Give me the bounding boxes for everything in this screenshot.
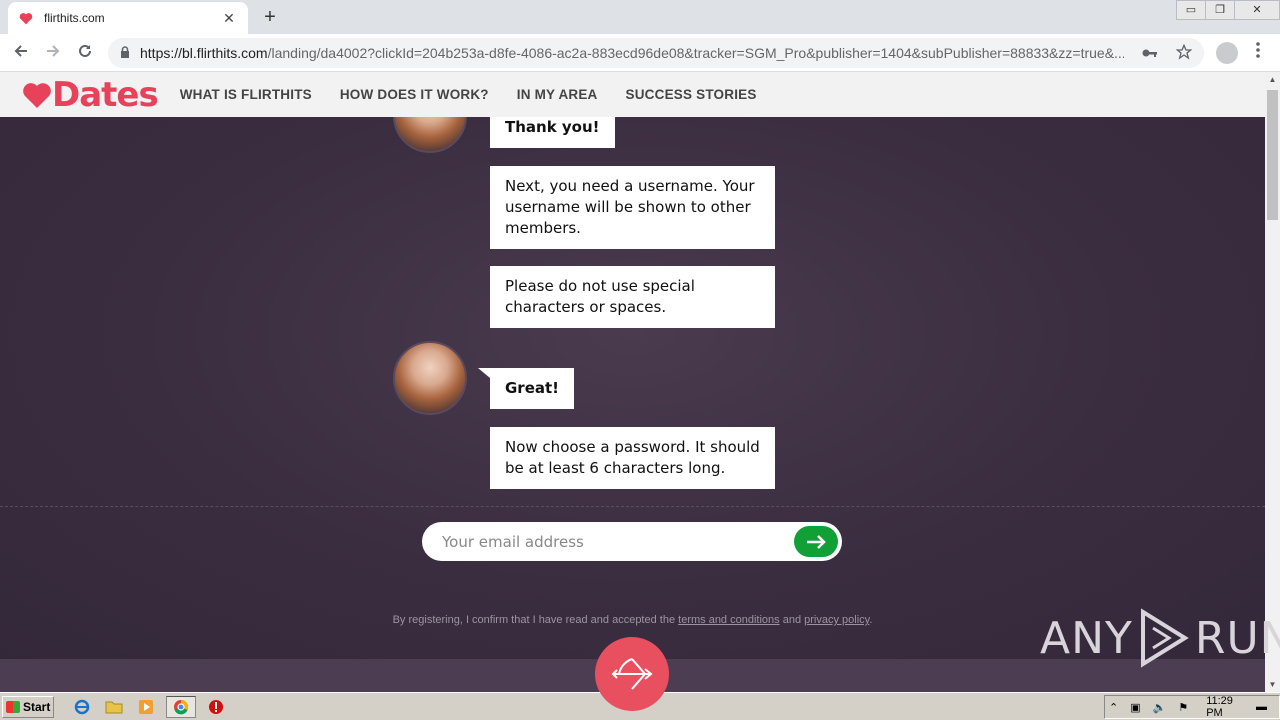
scroll-thumb[interactable]	[1267, 90, 1278, 220]
chrome-icon[interactable]	[166, 695, 196, 718]
nav-in-my-area[interactable]: IN MY AREA	[517, 87, 598, 102]
arrow-right-icon	[807, 534, 826, 549]
tray-expand-icon[interactable]: ⌃	[1109, 701, 1118, 714]
folder-icon[interactable]	[102, 696, 126, 718]
chat-area: Thank you! Next, you need a username. Yo…	[0, 117, 1265, 659]
email-input[interactable]	[442, 532, 794, 551]
site-nav: WHAT IS FLIRTHITS HOW DOES IT WORK? IN M…	[180, 87, 785, 102]
section-divider	[0, 506, 1265, 507]
browser-tab-strip: flirthits.com ✕ + ▭ ❐ ✕	[0, 0, 1280, 34]
scroll-up-icon[interactable]: ▲	[1265, 72, 1280, 87]
logo-text: Dates	[52, 74, 159, 115]
clock[interactable]: 11:29 PM	[1206, 695, 1248, 719]
page-scrollbar[interactable]: ▲ ▼	[1265, 72, 1280, 692]
watermark-right: RUN	[1194, 612, 1280, 664]
browser-menu-icon[interactable]	[1250, 42, 1266, 64]
anyrun-watermark: ANY RUN	[1040, 608, 1280, 668]
watermark-left: ANY	[1040, 612, 1133, 664]
email-form	[422, 522, 842, 561]
new-tab-button[interactable]: +	[258, 6, 282, 30]
heart-favicon-icon	[18, 10, 34, 26]
minimize-button[interactable]: ▭	[1176, 0, 1206, 20]
host-avatar	[393, 341, 467, 415]
stop-icon[interactable]	[204, 696, 228, 718]
windows-flag-icon	[6, 700, 20, 713]
chat-message: Please do not use special characters or …	[490, 266, 775, 328]
tab-close-icon[interactable]: ✕	[220, 10, 238, 27]
restore-button[interactable]: ❐	[1205, 0, 1235, 20]
window-close-button[interactable]: ✕	[1234, 0, 1280, 20]
terms-link[interactable]: terms and conditions	[678, 614, 780, 626]
cupid-arrow-badge	[595, 637, 669, 711]
url-text: https://bl.flirthits.com/landing/da4002?…	[140, 45, 1124, 61]
profile-avatar-icon[interactable]	[1216, 42, 1238, 64]
lock-icon	[120, 45, 130, 61]
window-controls: ▭ ❐ ✕	[1176, 0, 1280, 20]
chat-message: Now choose a password. It should be at l…	[490, 427, 775, 489]
bow-arrow-icon	[611, 658, 653, 690]
action-center-flag-icon[interactable]: ⚑	[1178, 701, 1188, 714]
start-button[interactable]: Start	[2, 695, 54, 718]
legal-and: and	[782, 614, 802, 626]
logo-heart-icon	[23, 82, 51, 108]
address-bar[interactable]: https://bl.flirthits.com/landing/da4002?…	[108, 38, 1204, 68]
browser-toolbar: https://bl.flirthits.com/landing/da4002?…	[0, 34, 1280, 72]
bubble-pointer	[478, 368, 490, 378]
media-player-icon[interactable]	[134, 696, 158, 718]
chat-message: Thank you!	[490, 117, 615, 148]
tab-title: flirthits.com	[44, 11, 105, 25]
reload-icon[interactable]	[72, 40, 98, 66]
chat-message: Great!	[490, 368, 575, 409]
play-logo-icon	[1140, 608, 1189, 668]
privacy-link[interactable]: privacy policy	[804, 614, 869, 626]
nav-what-is-flirthits[interactable]: WHAT IS FLIRTHITS	[180, 87, 312, 102]
chat-message: Next, you need a username. Your username…	[490, 166, 775, 249]
submit-button[interactable]	[794, 526, 838, 557]
key-icon[interactable]	[1142, 45, 1158, 61]
nav-how-does-it-work[interactable]: HOW DOES IT WORK?	[340, 87, 489, 102]
system-tray: ⌃ ▣ 🔈 ⚑ 11:29 PM ▬	[1104, 695, 1280, 719]
ie-icon[interactable]	[70, 696, 94, 718]
legal-suffix: .	[869, 614, 873, 626]
nav-success-stories[interactable]: SUCCESS STORIES	[626, 87, 757, 102]
network-icon[interactable]: ▣	[1130, 701, 1140, 714]
site-header: Dates WHAT IS FLIRTHITS HOW DOES IT WORK…	[0, 72, 1265, 117]
site-logo[interactable]: Dates	[22, 74, 159, 115]
bookmark-star-icon[interactable]	[1175, 43, 1193, 63]
legal-prefix: By registering, I confirm that I have re…	[392, 614, 676, 626]
host-avatar	[393, 117, 467, 153]
start-label: Start	[23, 699, 51, 714]
volume-icon[interactable]: 🔈	[1153, 701, 1167, 714]
show-desktop-icon[interactable]: ▬	[1256, 701, 1267, 713]
url-host: https://bl.flirthits.com	[140, 45, 268, 61]
scroll-down-icon[interactable]: ▼	[1265, 677, 1280, 692]
back-arrow-icon[interactable]	[8, 40, 34, 66]
browser-tab[interactable]: flirthits.com ✕	[8, 2, 248, 34]
forward-arrow-icon[interactable]	[40, 40, 66, 66]
url-path: /landing/da4002?clickId=204b253a-d8fe-40…	[267, 45, 1124, 61]
